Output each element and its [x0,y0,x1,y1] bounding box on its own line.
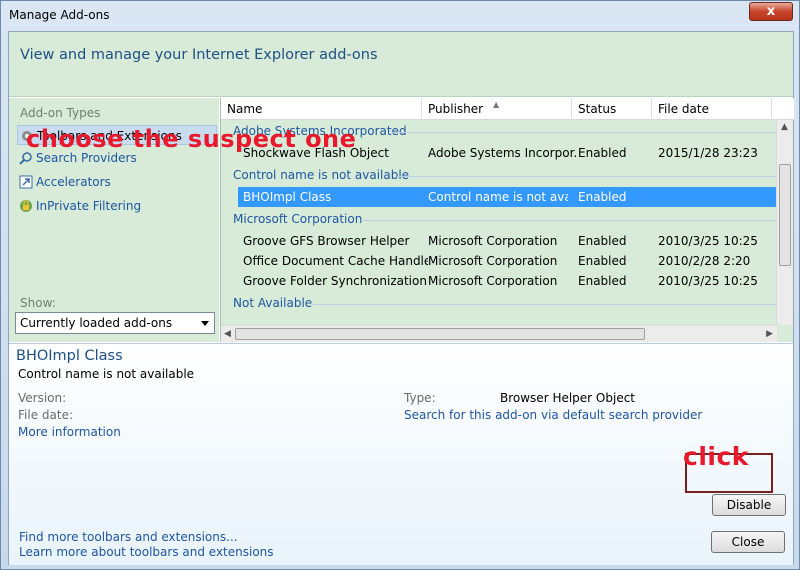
group-header: Control name is not available [233,168,410,182]
vertical-scrollbar[interactable]: ▲ [776,120,793,325]
type-item-inprivate[interactable]: InPrivate Filtering [17,196,217,216]
header-text: View and manage your Internet Explorer a… [20,47,378,63]
column-headers: Name Publisher ▲ Status File date [221,98,794,120]
horizontal-scroll-thumb[interactable] [235,328,645,340]
chevron-down-icon [201,321,209,326]
show-dropdown-value: Currently loaded add-ons [20,316,173,330]
vertical-scroll-thumb[interactable] [779,164,791,266]
group-divider [397,176,776,177]
row-date: 2010/3/25 10:25 [658,234,758,248]
accelerator-icon [19,175,33,189]
scroll-right-icon[interactable]: ▶ [766,329,773,339]
table-row-selected[interactable]: BHOImpl Class Control name is not avai..… [238,187,778,207]
group-header: Not Available [233,296,313,310]
version-label: Version: [18,391,67,405]
group-divider [363,220,776,221]
window-close-button[interactable]: x [749,2,793,21]
find-more-link[interactable]: Find more toolbars and extensions... [19,530,238,544]
header-banner: View and manage your Internet Explorer a… [9,32,793,97]
type-item-label: Search Providers [36,151,137,165]
details-subtitle: Control name is not available [18,367,195,381]
details-pane: BHOImpl Class Control name is not availa… [9,343,793,565]
show-label: Show: [20,296,56,310]
row-name: BHOImpl Class [243,190,332,204]
group-divider [391,132,776,133]
title-bar: Manage Add-ons x [1,1,799,31]
type-label: Type: [404,391,436,405]
row-date: 2015/1/28 23:23 [658,146,758,160]
row-date: 2010/3/25 10:25 [658,274,758,288]
row-publisher: Adobe Systems Incorpor... [428,146,578,160]
type-item-accelerators[interactable]: Accelerators [17,172,217,192]
row-name: Groove Folder Synchronization [243,274,427,288]
row-status: Enabled [578,146,627,160]
show-dropdown[interactable]: Currently loaded add-ons [15,312,215,334]
row-publisher: Microsoft Corporation [428,254,558,268]
learn-more-link[interactable]: Learn more about toolbars and extensions [19,545,274,559]
file-date-label: File date: [18,408,73,422]
row-status: Enabled [578,190,627,204]
row-name: Groove GFS Browser Helper [243,234,410,248]
row-status: Enabled [578,234,627,248]
row-date: 2010/2/28 2:20 [658,254,751,268]
dialog-client: View and manage your Internet Explorer a… [8,31,794,565]
table-row[interactable]: Office Document Cache Handler Microsoft … [238,251,778,271]
horizontal-scrollbar[interactable]: ◀ ▶ [221,325,777,342]
row-status: Enabled [578,274,627,288]
sort-arrow-icon: ▲ [493,100,500,109]
window-title: Manage Add-ons [9,8,110,22]
type-value: Browser Helper Object [500,391,636,405]
group-divider [313,304,776,305]
column-header-status[interactable]: Status [572,98,652,120]
column-header-file-date[interactable]: File date [652,98,772,120]
scroll-left-icon[interactable]: ◀ [224,329,231,339]
row-status: Enabled [578,254,627,268]
more-information-link[interactable]: More information [18,425,121,439]
annotation-choose: choose the suspect one [26,125,357,153]
manage-addons-window: Manage Add-ons x View and manage your In… [0,0,800,570]
search-addon-link[interactable]: Search for this add-on via default searc… [404,408,702,422]
close-button[interactable]: Close [711,531,785,553]
details-title: BHOImpl Class [16,348,123,364]
table-row[interactable]: Groove Folder Synchronization Microsoft … [238,271,778,291]
row-name: Office Document Cache Handler [243,254,428,268]
annotation-click: click [683,442,749,471]
group-header: Microsoft Corporation [233,212,363,226]
search-icon [19,152,32,165]
column-header-name[interactable]: Name [221,98,422,120]
row-publisher: Microsoft Corporation [428,234,558,248]
type-item-label: Accelerators [36,175,111,189]
row-publisher: Control name is not avai... [428,190,568,204]
addon-types-label: Add-on Types [20,106,101,120]
row-publisher: Microsoft Corporation [428,274,558,288]
inprivate-icon [20,200,32,212]
table-row[interactable]: Groove GFS Browser Helper Microsoft Corp… [238,231,778,251]
disable-button[interactable]: Disable [712,494,786,516]
type-item-label: InPrivate Filtering [36,199,142,213]
scroll-up-icon[interactable]: ▲ [781,122,788,132]
